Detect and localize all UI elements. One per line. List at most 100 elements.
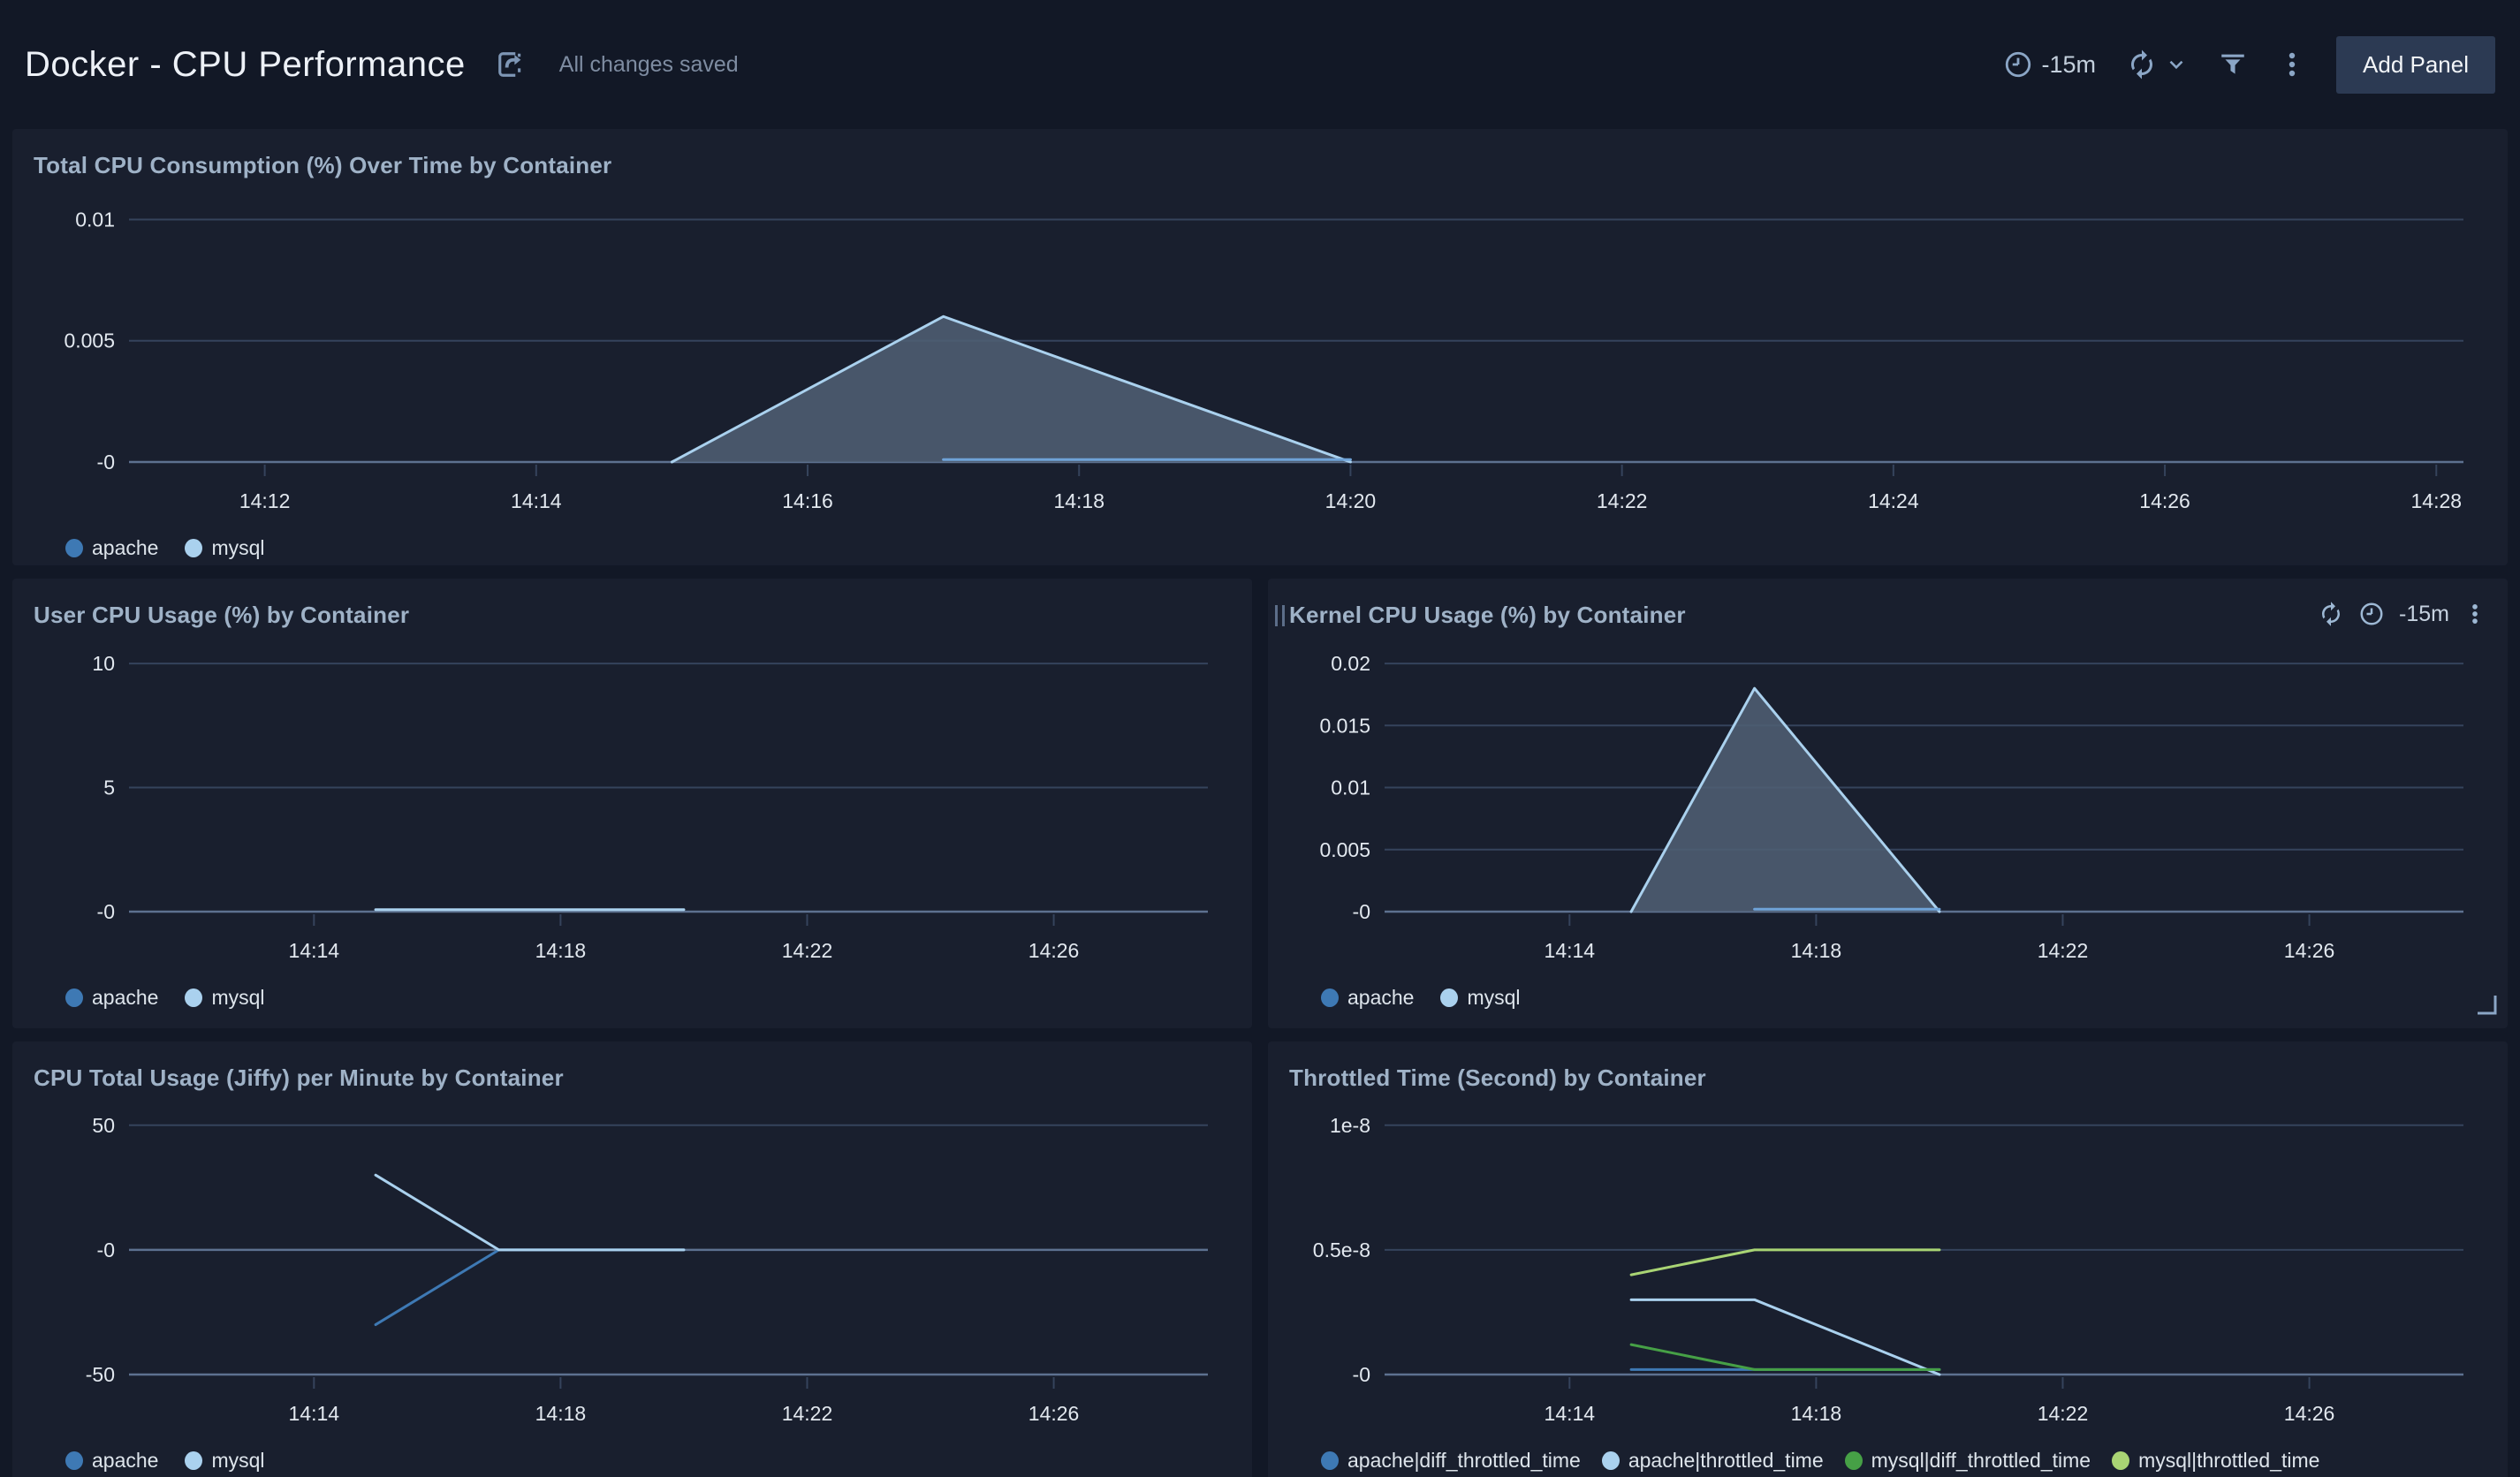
legend-dot-icon [1602, 1451, 1620, 1470]
legend-item-mysql[interactable]: mysql [185, 1449, 264, 1473]
y-tick-label: 10 [92, 652, 115, 675]
panel-title: User CPU Usage (%) by Container [34, 601, 409, 629]
legend-dot-icon [1440, 988, 1458, 1007]
total-cpu-chart[interactable]: -00.0050.0114:1214:1414:1614:1814:2014:2… [34, 179, 2486, 533]
x-tick-label: 14:22 [2038, 1402, 2089, 1425]
legend-label: apache [92, 986, 158, 1010]
panel-cpu-jiffy: CPU Total Usage (Jiffy) per Minute by Co… [12, 1041, 1252, 1477]
cpu-jiffy-chart[interactable]: -50-05014:1414:1814:2214:26 [34, 1092, 1231, 1445]
legend-item-mysql|throttled_time[interactable]: mysql|throttled_time [2112, 1449, 2319, 1473]
series-line-mysql [376, 1175, 684, 1250]
x-tick-label: 14:14 [289, 939, 340, 962]
y-tick-label: 0.5e-8 [1313, 1238, 1370, 1261]
x-tick-label: 14:14 [511, 489, 562, 512]
legend-label: mysql|throttled_time [2138, 1449, 2319, 1473]
legend-dot-icon [185, 988, 202, 1007]
x-tick-label: 14:14 [289, 1402, 340, 1425]
legend-item-apache[interactable]: apache [65, 1449, 158, 1473]
x-tick-label: 14:26 [2139, 489, 2190, 512]
x-tick-label: 14:18 [1791, 939, 1842, 962]
clock-icon[interactable] [2358, 601, 2385, 627]
chevron-down-icon[interactable] [2165, 53, 2188, 76]
x-tick-label: 14:14 [1545, 939, 1596, 962]
legend-item-mysql[interactable]: mysql [185, 986, 264, 1010]
panel-user-cpu: User CPU Usage (%) by Container -051014:… [12, 579, 1252, 1028]
legend-dot-icon [185, 539, 202, 557]
legend-dot-icon [65, 988, 83, 1007]
x-tick-label: 14:18 [535, 939, 587, 962]
panel-title: Throttled Time (Second) by Container [1289, 1064, 1706, 1092]
dashboard-grid: Total CPU Consumption (%) Over Time by C… [0, 129, 2520, 1477]
kernel-cpu-legend: apache mysql [1289, 986, 2486, 1010]
x-tick-label: 14:26 [1028, 939, 1080, 962]
legend-dot-icon [1321, 988, 1339, 1007]
cpu-jiffy-legend: apache mysql [34, 1449, 1231, 1473]
drag-handle-icon[interactable] [1275, 605, 1285, 626]
kebab-menu-icon[interactable] [2463, 601, 2486, 627]
throttled-time-legend: apache|diff_throttled_time apache|throttl… [1289, 1449, 2486, 1473]
x-tick-label: 14:20 [1325, 489, 1377, 512]
series-line-apache|throttled_time [1631, 1299, 1939, 1375]
chart-canvas: -051014:1414:1814:2214:26 [34, 629, 1231, 982]
y-tick-label: -0 [1353, 1363, 1370, 1386]
x-tick-label: 14:22 [1597, 489, 1648, 512]
y-tick-label: 0.015 [1319, 714, 1370, 737]
filter-icon[interactable] [2218, 49, 2248, 80]
panel-controls: -15m [2318, 601, 2486, 627]
user-cpu-legend: apache mysql [34, 986, 1231, 1010]
x-tick-label: 14:22 [782, 1402, 833, 1425]
legend-label: mysql [211, 986, 264, 1010]
x-tick-label: 14:22 [2038, 939, 2089, 962]
kebab-menu-icon[interactable] [2278, 50, 2306, 79]
x-tick-label: 14:12 [239, 489, 291, 512]
panel-time-range[interactable]: -15m [2399, 602, 2449, 627]
page-title: Docker - CPU Performance [25, 45, 466, 85]
y-tick-label: 0.01 [75, 208, 115, 231]
x-tick-label: 14:14 [1545, 1402, 1596, 1425]
legend-item-mysql[interactable]: mysql [1440, 986, 1520, 1010]
legend-dot-icon [1321, 1451, 1339, 1470]
legend-label: mysql [1467, 986, 1520, 1010]
series-area-mysql [1631, 688, 1939, 912]
add-panel-button[interactable]: Add Panel [2336, 36, 2495, 94]
y-tick-label: 0.005 [64, 329, 115, 352]
throttled-time-chart[interactable]: -00.5e-81e-814:1414:1814:2214:26 [1289, 1092, 2486, 1445]
legend-item-apache|diff_throttled_time[interactable]: apache|diff_throttled_time [1321, 1449, 1581, 1473]
legend-label: apache [92, 1449, 158, 1473]
kernel-cpu-chart[interactable]: -00.0050.010.0150.0214:1414:1814:2214:26 [1289, 629, 2486, 982]
time-range-value[interactable]: -15m [2042, 51, 2097, 79]
user-cpu-chart[interactable]: -051014:1414:1814:2214:26 [34, 629, 1231, 982]
x-tick-label: 14:26 [1028, 1402, 1080, 1425]
legend-item-apache[interactable]: apache [65, 536, 158, 560]
clock-icon[interactable] [2003, 49, 2033, 80]
legend-item-apache[interactable]: apache [1321, 986, 1414, 1010]
y-tick-label: 0.02 [1331, 652, 1370, 675]
share-export-icon[interactable] [492, 46, 529, 83]
x-tick-label: 14:18 [1791, 1402, 1842, 1425]
legend-item-mysql|diff_throttled_time[interactable]: mysql|diff_throttled_time [1845, 1449, 2091, 1473]
y-tick-label: 0.005 [1319, 838, 1370, 861]
legend-dot-icon [185, 1451, 202, 1470]
panel-title: Total CPU Consumption (%) Over Time by C… [34, 151, 611, 179]
legend-item-apache|throttled_time[interactable]: apache|throttled_time [1602, 1449, 1824, 1473]
x-tick-label: 14:26 [2284, 1402, 2335, 1425]
legend-item-apache[interactable]: apache [65, 986, 158, 1010]
y-tick-label: -0 [97, 1238, 115, 1261]
legend-item-mysql[interactable]: mysql [185, 536, 264, 560]
save-status-text: All changes saved [559, 52, 739, 78]
x-tick-label: 14:22 [782, 939, 833, 962]
refresh-icon[interactable] [2318, 601, 2344, 627]
y-tick-label: -0 [97, 451, 115, 473]
panel-title: CPU Total Usage (Jiffy) per Minute by Co… [34, 1064, 564, 1092]
dashboard-header: Docker - CPU Performance All changes sav… [0, 0, 2520, 129]
chart-canvas: -00.5e-81e-814:1414:1814:2214:26 [1289, 1092, 2486, 1445]
total-cpu-legend: apache mysql [34, 536, 2486, 560]
resize-handle-icon[interactable] [2476, 994, 2497, 1019]
refresh-icon[interactable] [2126, 49, 2158, 80]
legend-dot-icon [2112, 1451, 2129, 1470]
x-tick-label: 14:24 [1868, 489, 1919, 512]
chart-canvas: -00.0050.0114:1214:1414:1614:1814:2014:2… [34, 179, 2486, 533]
panel-total-cpu: Total CPU Consumption (%) Over Time by C… [12, 129, 2508, 565]
series-line-mysql|throttled_time [1631, 1250, 1939, 1275]
legend-label: mysql|diff_throttled_time [1871, 1449, 2091, 1473]
